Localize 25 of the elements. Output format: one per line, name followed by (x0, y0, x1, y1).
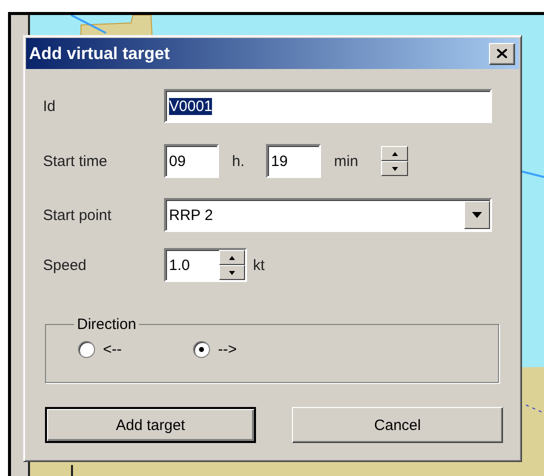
radio-button[interactable] (193, 341, 210, 358)
option-label: <-- (103, 341, 122, 358)
add-target-button[interactable]: Add target (45, 407, 256, 443)
group-label: Direction (76, 316, 138, 333)
unit-label: h. (232, 152, 246, 170)
unit-label: min (334, 152, 360, 170)
cancel-button[interactable]: Cancel (292, 407, 503, 443)
window-title: Add virtual target (29, 44, 170, 64)
close-icon (497, 49, 507, 58)
close-button[interactable] (489, 42, 515, 64)
start-point-dropdown[interactable]: RRP 2 (164, 198, 492, 232)
field-label: Id (43, 98, 57, 114)
minutes-field[interactable]: 19 (266, 144, 321, 178)
field-label: Start time (43, 152, 108, 170)
hours-field[interactable]: 09 (164, 144, 219, 178)
field-label: Start point (43, 206, 112, 224)
field-label: Speed (43, 256, 88, 274)
dropdown-arrow-icon (472, 212, 482, 218)
unit-label: kt (253, 256, 265, 274)
id-field[interactable]: V0001 (164, 89, 492, 123)
spin-buttons[interactable] (219, 250, 245, 280)
spin-buttons[interactable] (381, 146, 408, 176)
speed-field[interactable]: 1.0 (164, 248, 247, 282)
radio-button[interactable] (78, 341, 95, 358)
option-label: --> (218, 341, 237, 358)
